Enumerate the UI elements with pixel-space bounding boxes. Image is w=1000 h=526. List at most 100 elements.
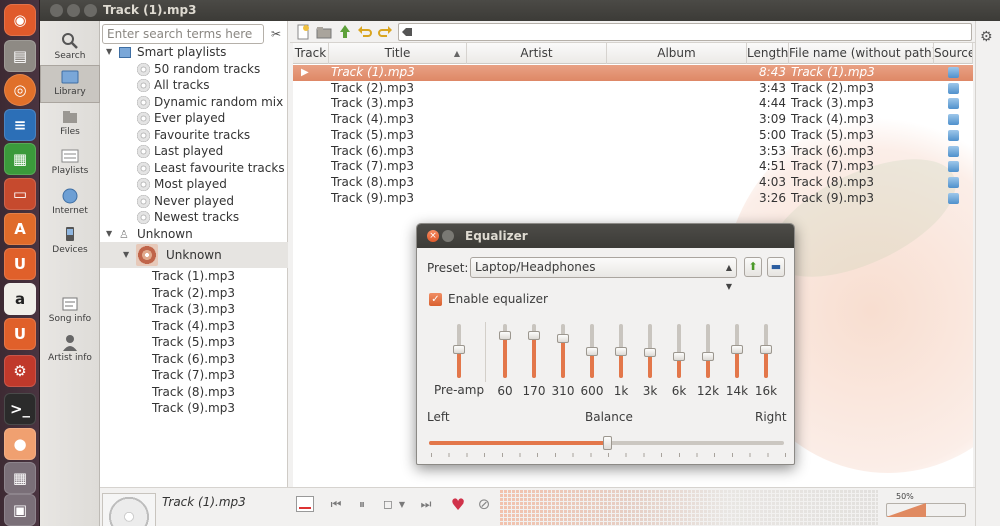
band-slider[interactable] xyxy=(731,324,743,378)
tree-artist[interactable]: ▼ ♙ Unknown xyxy=(100,226,288,243)
terminal-icon[interactable]: >_ xyxy=(4,393,36,425)
smart-playlist-item[interactable]: Never played xyxy=(100,193,288,210)
slider-handle[interactable] xyxy=(453,345,465,354)
playlist-menu-icon[interactable] xyxy=(296,496,314,512)
slider-handle[interactable] xyxy=(731,345,743,354)
band-slider[interactable] xyxy=(557,324,569,378)
search-input[interactable]: Enter search terms here xyxy=(102,24,264,44)
balance-slider[interactable] xyxy=(429,436,784,450)
column-filename[interactable]: File name (without path) xyxy=(789,43,934,64)
slider-handle[interactable] xyxy=(528,331,540,340)
smart-playlist-item[interactable]: Least favourite tracks xyxy=(100,160,288,177)
column-track[interactable]: Track xyxy=(293,43,329,64)
album-track-item[interactable]: Track (3).mp3 xyxy=(100,301,288,318)
close-button[interactable] xyxy=(50,4,63,17)
table-row[interactable]: ▶ Track (1).mp3 8:43 Track (1).mp3 xyxy=(293,65,973,81)
enable-equalizer-checkbox[interactable]: ✓ xyxy=(429,293,442,306)
tab-files[interactable]: Files xyxy=(40,105,100,143)
minimize-button[interactable] xyxy=(67,4,80,17)
column-artist[interactable]: Artist xyxy=(467,43,607,64)
slider-handle[interactable] xyxy=(557,334,569,343)
table-row[interactable]: Track (3).mp3 4:44 Track (3).mp3 xyxy=(293,96,973,112)
minimize-icon[interactable] xyxy=(442,230,454,242)
smart-playlist-item[interactable]: Last played xyxy=(100,143,288,160)
ban-icon[interactable]: ⊘ xyxy=(474,495,494,513)
table-row[interactable]: Track (4).mp3 3:09 Track (4).mp3 xyxy=(293,112,973,128)
workspaces-icon[interactable]: ▦ xyxy=(4,462,36,494)
band-slider[interactable] xyxy=(760,324,772,378)
next-button[interactable]: ⏭ xyxy=(416,495,436,513)
album-track-item[interactable]: Track (5).mp3 xyxy=(100,334,288,351)
smart-playlist-item[interactable]: Most played xyxy=(100,176,288,193)
slider-handle[interactable] xyxy=(702,352,714,361)
tree-album[interactable]: ▼ Unknown xyxy=(100,242,288,268)
stop-options-icon[interactable]: ▼ xyxy=(397,495,407,513)
save-preset-button[interactable]: ⬆ xyxy=(744,257,762,277)
column-source[interactable]: Source xyxy=(934,43,973,64)
tab-artist-info[interactable]: Artist info xyxy=(40,331,100,369)
redo-icon[interactable] xyxy=(377,24,393,40)
ubuntu-one-music-icon[interactable]: U xyxy=(4,318,36,350)
tab-search[interactable]: Search xyxy=(40,29,100,67)
column-album[interactable]: Album xyxy=(607,43,747,64)
calc-icon[interactable]: ▦ xyxy=(4,143,36,175)
slider-handle[interactable] xyxy=(760,345,772,354)
slider-handle[interactable] xyxy=(499,331,511,340)
album-track-item[interactable]: Track (4).mp3 xyxy=(100,318,288,335)
smart-playlist-item[interactable]: Ever played xyxy=(100,110,288,127)
firefox-icon[interactable]: ◎ xyxy=(4,74,36,106)
tab-song-info[interactable]: Song info xyxy=(40,292,100,330)
smart-playlist-item[interactable]: All tracks xyxy=(100,77,288,94)
amazon-icon[interactable]: a xyxy=(4,283,36,315)
slider-handle[interactable] xyxy=(644,348,656,357)
album-track-item[interactable]: Track (9).mp3 xyxy=(100,400,288,417)
table-row[interactable]: Track (5).mp3 5:00 Track (5).mp3 xyxy=(293,128,973,144)
table-row[interactable]: Track (2).mp3 3:43 Track (2).mp3 xyxy=(293,81,973,97)
column-title[interactable]: Title ▲ xyxy=(329,43,467,64)
preset-select[interactable]: Laptop/Headphones ▲ ▼ xyxy=(470,257,737,291)
smart-playlist-item[interactable]: Favourite tracks xyxy=(100,127,288,144)
writer-icon[interactable]: ≡ xyxy=(4,109,36,141)
album-track-item[interactable]: Track (7).mp3 xyxy=(100,367,288,384)
analyzer-visualization[interactable] xyxy=(500,490,878,525)
slider-handle[interactable] xyxy=(586,347,598,356)
tab-internet[interactable]: Internet xyxy=(40,184,100,222)
settings-icon[interactable]: ⚙ xyxy=(4,355,36,387)
clementine-icon[interactable]: ● xyxy=(4,428,36,460)
balance-handle[interactable] xyxy=(603,436,612,450)
band-slider[interactable] xyxy=(615,324,627,378)
maximize-button[interactable] xyxy=(84,4,97,17)
files-icon[interactable]: ▤ xyxy=(4,40,36,72)
band-slider[interactable] xyxy=(673,324,685,378)
love-icon[interactable]: ♥ xyxy=(448,495,468,514)
gear-icon[interactable]: ⚙ xyxy=(980,29,993,45)
slider-handle[interactable] xyxy=(673,352,685,361)
clear-icon[interactable] xyxy=(402,27,412,37)
tree-smart-playlists[interactable]: ▼ Smart playlists xyxy=(100,44,288,61)
column-length[interactable]: Length xyxy=(747,43,789,64)
ubuntu-icon[interactable]: ◉ xyxy=(4,4,36,36)
close-icon[interactable]: × xyxy=(427,230,439,242)
tab-playlists[interactable]: Playlists xyxy=(40,144,100,182)
delete-preset-button[interactable]: ▬ xyxy=(767,257,785,277)
ubuntu-one-icon[interactable]: U xyxy=(4,248,36,280)
band-slider[interactable] xyxy=(586,324,598,378)
software-center-icon[interactable]: A xyxy=(4,213,36,245)
album-track-item[interactable]: Track (8).mp3 xyxy=(100,384,288,401)
band-slider[interactable] xyxy=(644,324,656,378)
tab-library[interactable]: Library xyxy=(40,65,100,103)
slider-handle[interactable] xyxy=(615,347,627,356)
band-slider[interactable] xyxy=(499,324,511,378)
load-playlist-icon[interactable] xyxy=(337,24,353,40)
smart-playlist-item[interactable]: Newest tracks xyxy=(100,209,288,226)
album-track-item[interactable]: Track (2).mp3 xyxy=(100,285,288,302)
impress-icon[interactable]: ▭ xyxy=(4,178,36,210)
album-track-item[interactable]: Track (1).mp3 xyxy=(100,268,288,285)
open-playlist-icon[interactable] xyxy=(316,24,332,40)
smart-playlist-item[interactable]: Dynamic random mix xyxy=(100,94,288,111)
trash-icon[interactable]: ▣ xyxy=(4,494,36,526)
new-playlist-icon[interactable] xyxy=(295,24,311,40)
previous-button[interactable]: ⏮ xyxy=(326,495,346,513)
table-row[interactable]: Track (9).mp3 3:26 Track (9).mp3 xyxy=(293,191,973,207)
playlist-filter-input[interactable] xyxy=(398,23,972,41)
